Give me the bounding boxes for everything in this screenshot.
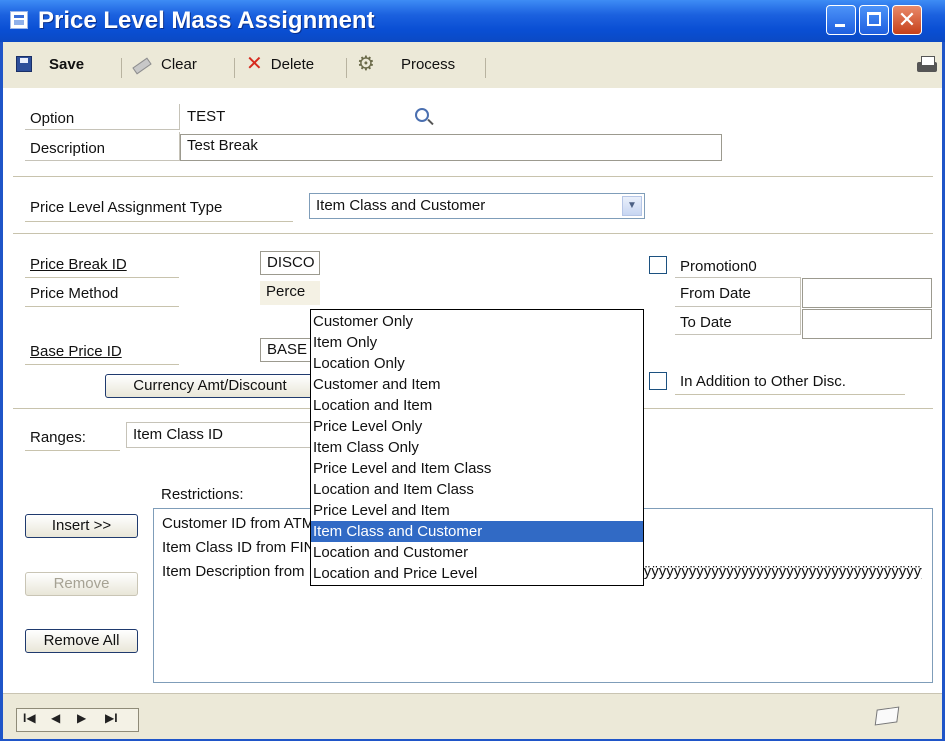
insert-button[interactable]: Insert >> (25, 514, 138, 538)
description-label: Description (30, 140, 106, 157)
dropdown-option[interactable]: Price Level and Item Class (311, 458, 643, 479)
ranges-label: Ranges: (30, 429, 86, 446)
delete-label: Delete (270, 55, 315, 73)
maximize-button[interactable] (859, 5, 889, 35)
dropdown-option[interactable]: Location and Price Level (311, 563, 643, 584)
restrictions-label: Restrictions: (161, 486, 244, 503)
dropdown-option[interactable]: Customer Only (311, 311, 643, 332)
chevron-down-icon[interactable]: ▼ (622, 196, 642, 216)
price-break-id-label[interactable]: Price Break ID (30, 256, 127, 273)
toolbar: Save Clear ✕ Delete ⚙ Process (3, 42, 942, 89)
toolbar-separator (121, 58, 122, 78)
to-date-label: To Date (680, 314, 732, 331)
price-method-field[interactable]: Perce (260, 281, 320, 305)
in-addition-checkbox[interactable] (649, 372, 667, 390)
divider (13, 233, 933, 234)
first-record-icon[interactable]: I◀ (23, 711, 36, 725)
toolbar-separator (234, 58, 235, 78)
promotion-checkbox[interactable] (649, 256, 667, 274)
dropdown-option[interactable]: Item Class Only (311, 437, 643, 458)
description-field[interactable]: Test Break (180, 134, 722, 161)
assignment-type-dropdown-list: Customer Only Item Only Location Only Cu… (310, 309, 644, 586)
dropdown-option[interactable]: Item Only (311, 332, 643, 353)
maximize-icon (867, 12, 881, 26)
clear-label: Clear (161, 55, 197, 73)
label-underline (25, 221, 293, 222)
price-break-id-field[interactable]: DISCO (260, 251, 320, 275)
assignment-type-select[interactable]: Item Class and Customer ▼ (309, 193, 645, 219)
ranges-select[interactable]: Item Class ID (126, 422, 316, 448)
price-method-label: Price Method (30, 285, 119, 302)
label-underline (25, 364, 179, 365)
minimize-button[interactable] (826, 5, 856, 35)
delete-x-icon: ✕ (246, 53, 263, 75)
minimize-icon (835, 24, 845, 27)
dropdown-option[interactable]: Location and Item Class (311, 479, 643, 500)
in-addition-label: In Addition to Other Disc. (680, 373, 846, 390)
promotion-label: Promotion0 (680, 258, 757, 275)
save-label: Save (49, 55, 85, 73)
dropdown-option[interactable]: Price Level and Item (311, 500, 643, 521)
title-bar: Price Level Mass Assignment ✕ (0, 0, 945, 42)
dropdown-option[interactable]: Customer and Item (311, 374, 643, 395)
dropdown-option[interactable]: Price Level Only (311, 416, 643, 437)
previous-record-icon[interactable]: ◀ (51, 711, 60, 725)
window-title: Price Level Mass Assignment (38, 7, 375, 34)
option-label: Option (30, 110, 75, 127)
printer-icon[interactable] (917, 56, 937, 74)
window-icon (10, 11, 28, 29)
divider (13, 176, 933, 177)
remove-button[interactable]: Remove (25, 572, 138, 596)
dropdown-option[interactable]: Location and Item (311, 395, 643, 416)
save-button[interactable]: Save (16, 52, 84, 76)
assignment-type-value: Item Class and Customer (316, 197, 486, 214)
price-level-mass-assignment-window: Price Level Mass Assignment ✕ Save Clear… (0, 0, 945, 741)
label-underline (25, 306, 179, 307)
delete-button[interactable]: ✕ Delete (246, 52, 314, 76)
currency-amt-discount-button[interactable]: Currency Amt/Discount (105, 374, 315, 398)
toolbar-separator (485, 58, 486, 78)
to-date-field[interactable] (802, 309, 932, 339)
save-icon (16, 56, 32, 72)
label-underline (25, 450, 120, 451)
dropdown-option[interactable]: Location Only (311, 353, 643, 374)
eraser-icon (131, 57, 149, 71)
base-price-id-label[interactable]: Base Price ID (30, 343, 122, 360)
close-icon: ✕ (897, 7, 917, 32)
note-icon[interactable] (874, 706, 900, 726)
process-label: Process (400, 55, 456, 73)
clear-button[interactable]: Clear (131, 52, 197, 76)
remove-all-button[interactable]: Remove All (25, 629, 138, 653)
dropdown-option-selected[interactable]: Item Class and Customer (311, 521, 643, 542)
form-area: Option TEST Description Test Break Price… (3, 88, 942, 693)
last-record-icon[interactable]: ▶I (105, 711, 118, 725)
lookup-magnifier-icon[interactable] (415, 108, 429, 122)
ranges-value: Item Class ID (133, 426, 224, 443)
close-button[interactable]: ✕ (892, 5, 922, 35)
label-underline (675, 394, 905, 395)
option-field[interactable]: TEST (181, 106, 411, 130)
dropdown-option[interactable]: Location and Customer (311, 542, 643, 563)
from-date-label: From Date (680, 285, 751, 302)
next-record-icon[interactable]: ▶ (77, 711, 86, 725)
assignment-type-label: Price Level Assignment Type (30, 199, 223, 216)
process-button[interactable]: ⚙ Process (357, 52, 455, 76)
record-navigation: I◀ ◀ ▶ ▶I (16, 708, 139, 732)
toolbar-separator (346, 58, 347, 78)
from-date-field[interactable] (802, 278, 932, 308)
status-bar: I◀ ◀ ▶ ▶I (3, 693, 942, 739)
gears-icon: ⚙ (357, 53, 375, 75)
label-underline (25, 277, 179, 278)
